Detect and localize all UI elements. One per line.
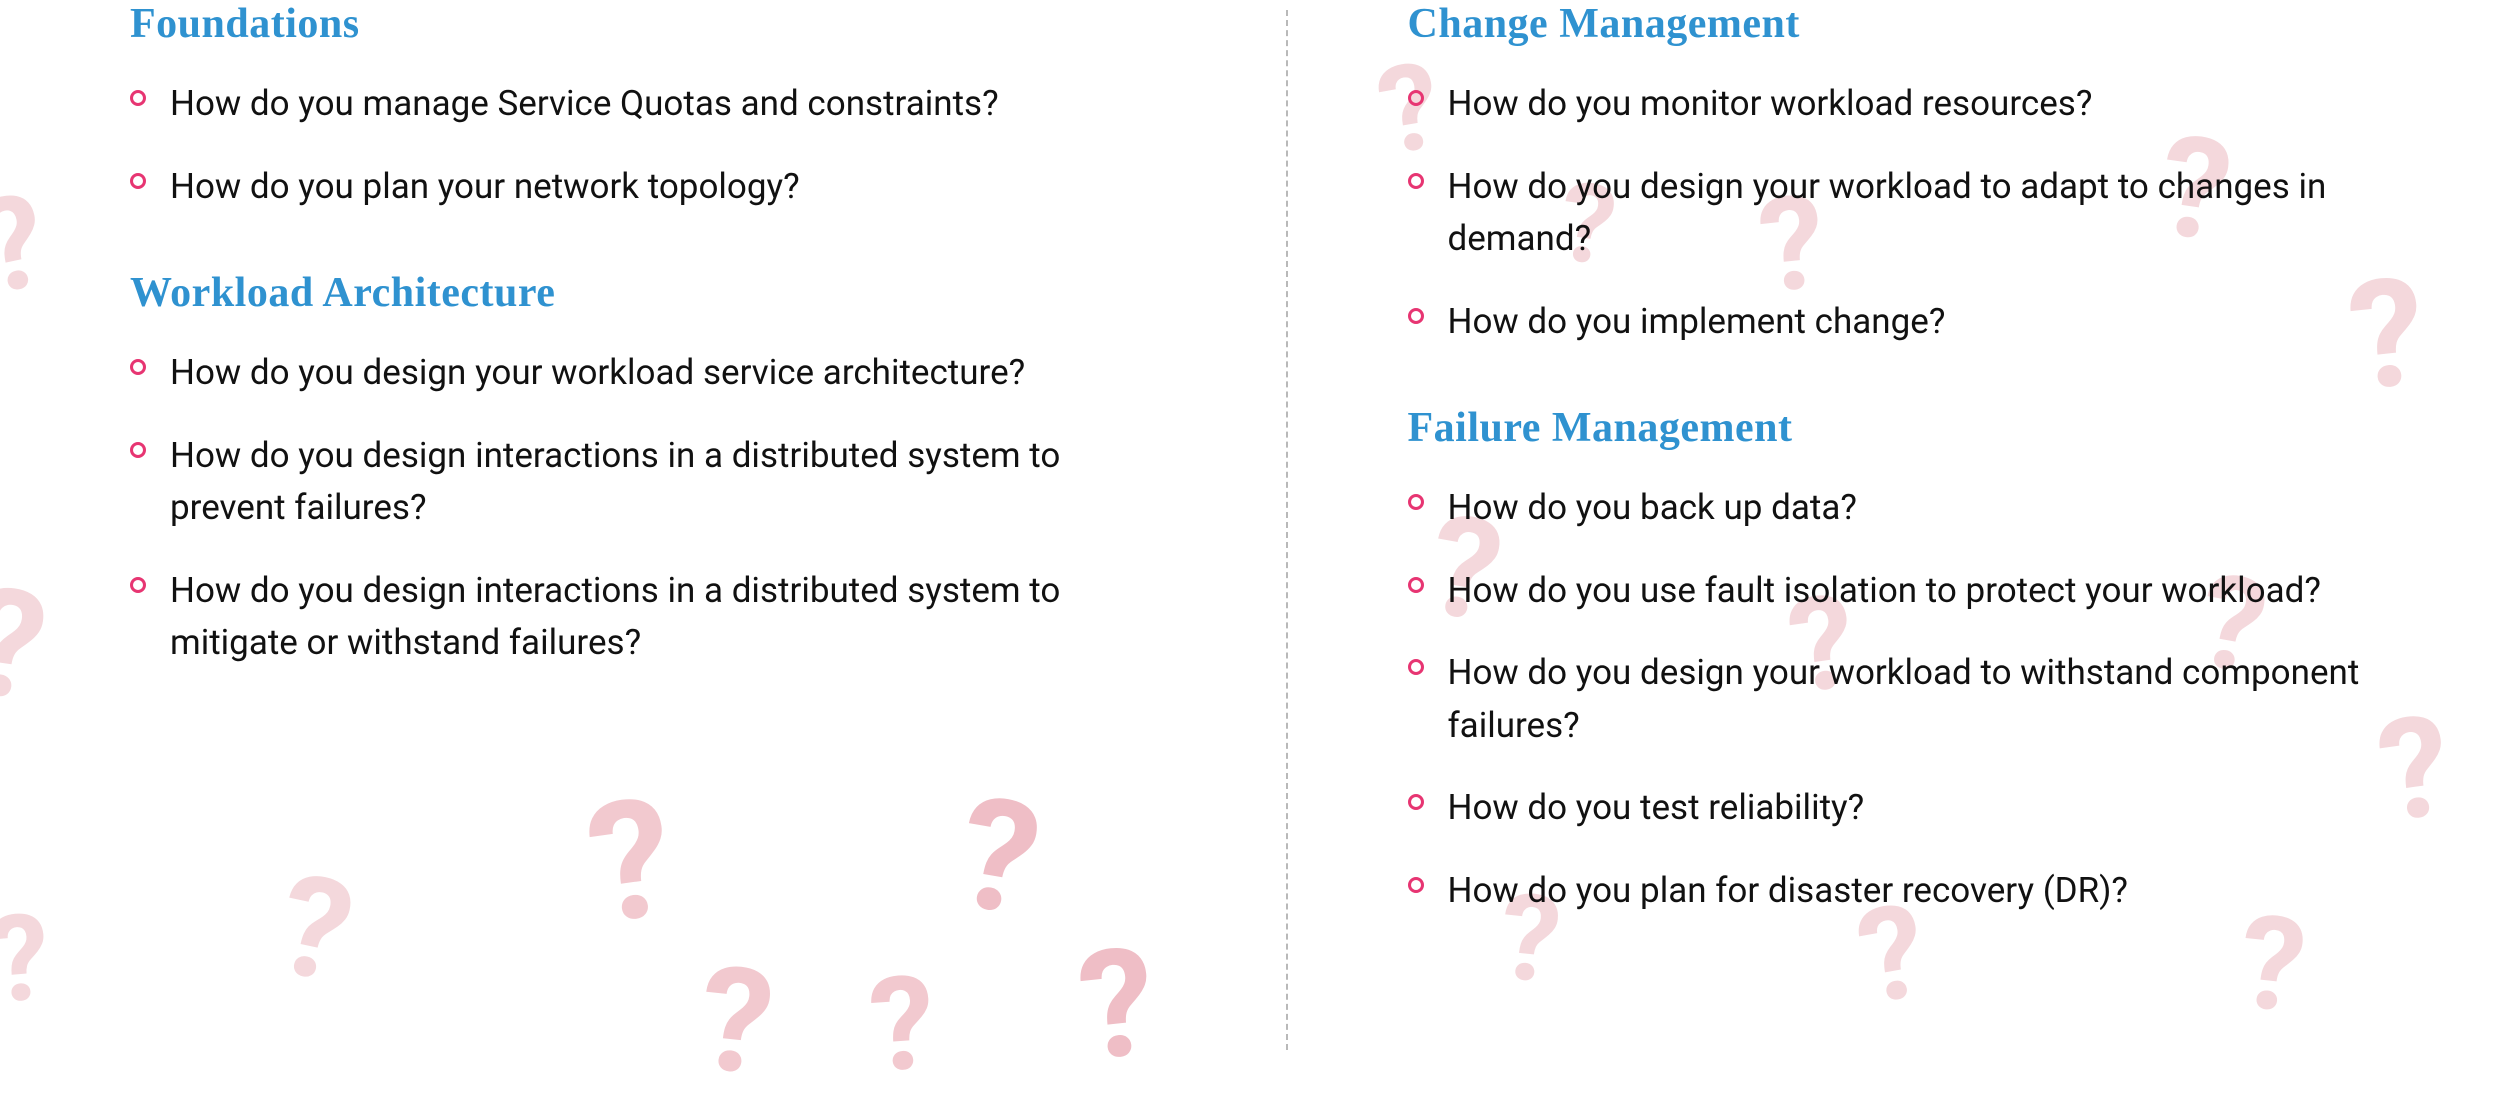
item-text: How do you design interactions in a dist…	[170, 565, 1166, 670]
section-change-management: Change Management How do you monitor wor…	[1408, 0, 2444, 348]
section-title: Workload Architecture	[130, 269, 1166, 317]
bullet-icon	[130, 577, 146, 593]
list-item: How do you design your workload to withs…	[1408, 647, 2444, 752]
item-text: How do you design interactions in a dist…	[170, 430, 1166, 535]
section-title: Foundations	[130, 0, 1166, 48]
bullet-icon	[130, 442, 146, 458]
item-text: How do you implement change?	[1448, 296, 1946, 349]
bullet-icon	[130, 359, 146, 375]
bullet-icon	[130, 173, 146, 189]
section-title: Change Management	[1408, 0, 2444, 48]
item-text: How do you back up data?	[1448, 482, 1857, 535]
bullet-icon	[1408, 659, 1424, 675]
item-list: How do you back up data? How do you use …	[1408, 482, 2444, 917]
list-item: How do you test reliability?	[1408, 782, 2444, 835]
section-title: Failure Management	[1408, 404, 2444, 452]
bullet-icon	[1408, 173, 1424, 189]
list-item: How do you back up data?	[1408, 482, 2444, 535]
bullet-icon	[130, 90, 146, 106]
item-text: How do you design your workload to withs…	[1448, 647, 2444, 752]
item-text: How do you design your workload to adapt…	[1448, 161, 2444, 266]
bullet-icon	[1408, 577, 1424, 593]
item-list: How do you manage Service Quotas and con…	[130, 78, 1166, 213]
section-failure-management: Failure Management How do you back up da…	[1408, 404, 2444, 917]
right-column: Change Management How do you monitor wor…	[1288, 0, 2444, 1061]
list-item: How do you plan for disaster recovery (D…	[1408, 865, 2444, 918]
list-item: How do you design your workload to adapt…	[1408, 161, 2444, 266]
bullet-icon	[1408, 90, 1424, 106]
bullet-icon	[1408, 794, 1424, 810]
item-text: How do you manage Service Quotas and con…	[170, 78, 999, 131]
bullet-icon	[1408, 877, 1424, 893]
item-text: How do you plan for disaster recovery (D…	[1448, 865, 2128, 918]
bullet-icon	[1408, 308, 1424, 324]
list-item: How do you monitor workload resources?	[1408, 78, 2444, 131]
item-text: How do you design your workload service …	[170, 347, 1025, 400]
item-text: How do you use fault isolation to protec…	[1448, 565, 2321, 618]
list-item: How do you design your workload service …	[130, 347, 1166, 400]
left-column: Foundations How do you manage Service Qu…	[130, 0, 1286, 1061]
content-container: Foundations How do you manage Service Qu…	[0, 0, 2503, 1061]
bullet-icon	[1408, 494, 1424, 510]
list-item: How do you implement change?	[1408, 296, 2444, 349]
list-item: How do you manage Service Quotas and con…	[130, 78, 1166, 131]
item-text: How do you plan your network topology?	[170, 161, 800, 214]
item-list: How do you design your workload service …	[130, 347, 1166, 670]
list-item: How do you plan your network topology?	[130, 161, 1166, 214]
item-text: How do you test reliability?	[1448, 782, 1865, 835]
list-item: How do you use fault isolation to protec…	[1408, 565, 2444, 618]
list-item: How do you design interactions in a dist…	[130, 565, 1166, 670]
section-foundations: Foundations How do you manage Service Qu…	[130, 0, 1166, 213]
item-list: How do you monitor workload resources? H…	[1408, 78, 2444, 348]
section-workload-architecture: Workload Architecture How do you design …	[130, 269, 1166, 670]
item-text: How do you monitor workload resources?	[1448, 78, 2093, 131]
list-item: How do you design interactions in a dist…	[130, 430, 1166, 535]
